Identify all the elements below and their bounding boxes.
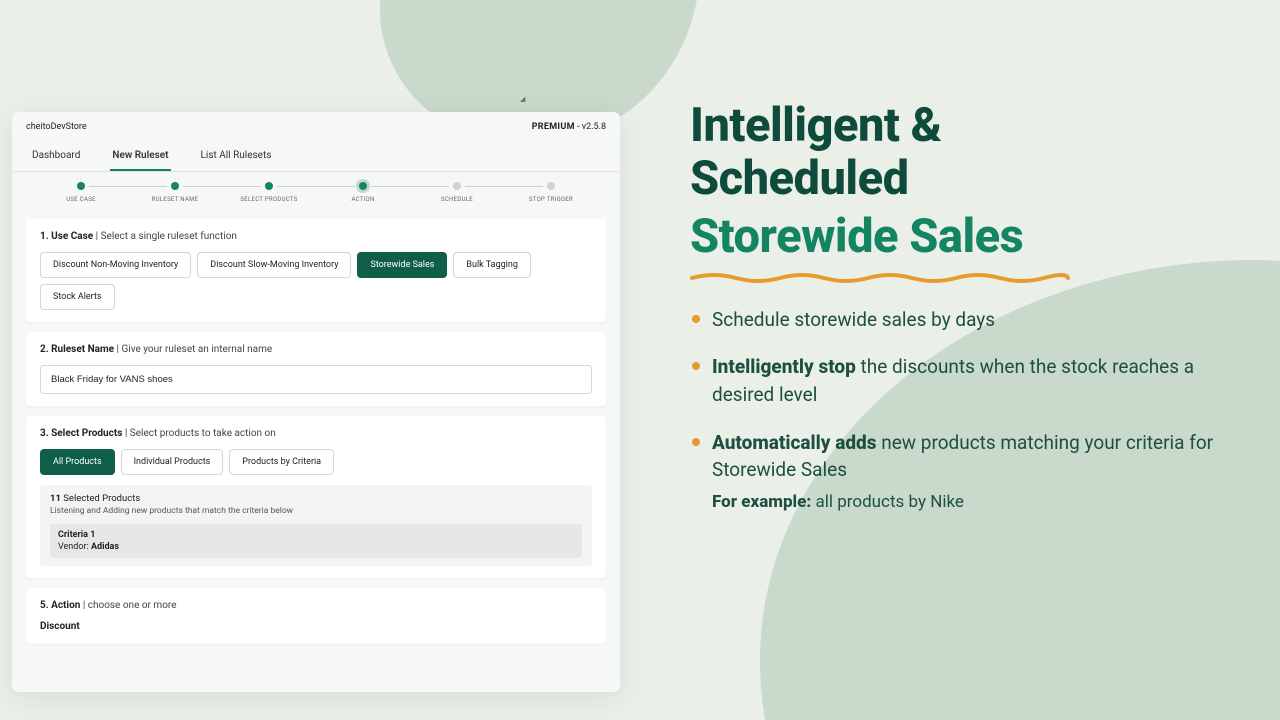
listening-note: Listening and Adding new products that m…: [50, 506, 582, 516]
use-case-options: Discount Non-Moving InventoryDiscount Sl…: [40, 252, 592, 310]
step-stop-trigger[interactable]: STOP TRIGGER: [504, 182, 598, 203]
bullet-intelligent-stop: Intelligently stop the discounts when th…: [690, 353, 1240, 408]
step-dot-icon: [77, 182, 85, 190]
tab-list-all[interactable]: List All Rulesets: [199, 146, 274, 171]
step-label: ACTION: [351, 196, 374, 203]
feature-bullets: Schedule storewide sales by days Intelli…: [690, 306, 1240, 514]
use-case-option[interactable]: Bulk Tagging: [453, 252, 530, 278]
step-use-case[interactable]: USE CASE: [34, 182, 128, 203]
store-name: cheitoDevStore: [26, 122, 87, 132]
step-dot-icon: [547, 182, 555, 190]
product-mode-option[interactable]: Individual Products: [121, 449, 224, 475]
plan-label: PREMIUM: [532, 122, 575, 132]
section-select-products: 3. Select Products | Select products to …: [26, 416, 606, 578]
section-ruleset-name: 2. Ruleset Name | Give your ruleset an i…: [26, 332, 606, 406]
step-dot-icon: [265, 182, 273, 190]
criteria-row[interactable]: Criteria 1 Vendor: Adidas: [50, 524, 582, 558]
ruleset-name-heading: 2. Ruleset Name | Give your ruleset an i…: [40, 344, 592, 355]
plan-badge: PREMIUMv2.5.8: [532, 122, 606, 132]
step-label: SELECT PRODUCTS: [240, 196, 297, 203]
step-select-products[interactable]: SELECT PRODUCTS: [222, 182, 316, 203]
action-heading: 5. Action | choose one or more: [40, 600, 592, 611]
step-dot-icon: [453, 182, 461, 190]
use-case-option[interactable]: Stock Alerts: [40, 284, 115, 310]
brand-mark: ◢: [520, 95, 526, 103]
step-schedule[interactable]: SCHEDULE: [410, 182, 504, 203]
app-panel: cheitoDevStore PREMIUMv2.5.8 Dashboard N…: [12, 112, 620, 692]
headline: Intelligent & Scheduled Storewide Sales: [690, 100, 1240, 284]
step-dot-icon: [359, 182, 367, 190]
underline-squiggle-icon: [690, 270, 1070, 284]
section-use-case: 1. Use Case | Select a single ruleset fu…: [26, 219, 606, 322]
tab-dashboard[interactable]: Dashboard: [30, 146, 82, 171]
product-mode-option[interactable]: All Products: [40, 449, 115, 475]
tab-new-ruleset[interactable]: New Ruleset: [110, 146, 170, 171]
marketing-copy: Intelligent & Scheduled Storewide Sales …: [690, 100, 1240, 534]
bullet-schedule: Schedule storewide sales by days: [690, 306, 1240, 334]
use-case-option[interactable]: Storewide Sales: [357, 252, 447, 278]
bullet-example: For example: all products by Nike: [712, 490, 1240, 515]
use-case-option[interactable]: Discount Slow-Moving Inventory: [197, 252, 351, 278]
action-discount-label: Discount: [40, 621, 592, 632]
step-action[interactable]: ACTION: [316, 182, 410, 203]
ruleset-name-input[interactable]: [40, 365, 592, 394]
main-tabs: Dashboard New Ruleset List All Rulesets: [12, 138, 620, 172]
panel-header: cheitoDevStore PREMIUMv2.5.8: [12, 112, 620, 138]
selected-products-block: 11 Selected Products Listening and Addin…: [40, 485, 592, 566]
section-action: 5. Action | choose one or more Discount: [26, 588, 606, 644]
product-mode-options: All ProductsIndividual ProductsProducts …: [40, 449, 592, 475]
step-ruleset-name[interactable]: RULESET NAME: [128, 182, 222, 203]
select-products-heading: 3. Select Products | Select products to …: [40, 428, 592, 439]
step-label: SCHEDULE: [441, 196, 473, 203]
step-dot-icon: [171, 182, 179, 190]
use-case-option[interactable]: Discount Non-Moving Inventory: [40, 252, 191, 278]
progress-stepper: USE CASE RULESET NAME SELECT PRODUCTS ACTIO…: [12, 172, 620, 209]
step-label: STOP TRIGGER: [529, 196, 573, 203]
headline-accent: Storewide Sales: [690, 211, 1070, 284]
product-mode-option[interactable]: Products by Criteria: [229, 449, 334, 475]
app-version: v2.5.8: [575, 122, 606, 132]
bullet-auto-add: Automatically adds new products matching…: [690, 429, 1240, 515]
step-label: USE CASE: [66, 196, 96, 203]
selected-count-row: 11 Selected Products: [50, 493, 582, 504]
step-label: RULESET NAME: [152, 196, 199, 203]
use-case-heading: 1. Use Case | Select a single ruleset fu…: [40, 231, 592, 242]
